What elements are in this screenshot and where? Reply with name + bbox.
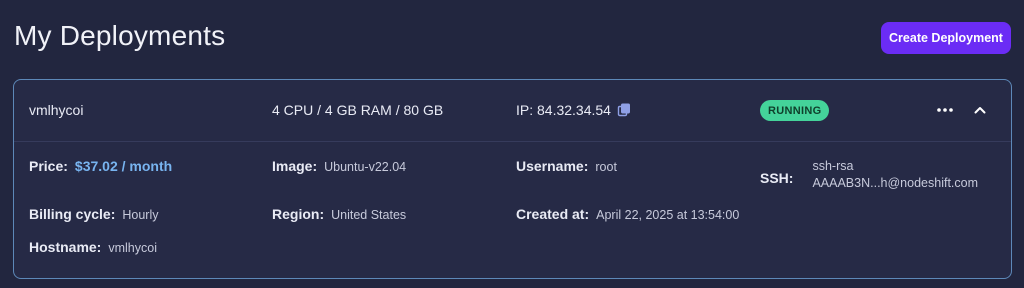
created-at-field: Created at: April 22, 2025 at 13:54:00 [516, 206, 739, 222]
image-value: Ubuntu-v22.04 [324, 160, 407, 174]
ssh-field: SSH: ssh-rsa AAAAB3N...h@nodeshift.com [760, 158, 978, 192]
ssh-value: ssh-rsa AAAAB3N...h@nodeshift.com [812, 158, 978, 192]
copy-icon[interactable] [617, 103, 631, 117]
price-label: Price: [29, 158, 68, 174]
price-value: $37.02 / month [74, 158, 173, 174]
image-field: Image: Ubuntu-v22.04 [272, 158, 406, 174]
hostname-value: vmlhycoi [108, 241, 157, 255]
chevron-up-icon [974, 107, 986, 114]
more-options-button[interactable] [934, 102, 956, 118]
username-value: root [595, 160, 617, 174]
deployments-page: My Deployments Create Deployment vmlhyco… [0, 0, 1024, 288]
page-title: My Deployments [14, 20, 226, 51]
created-at-value: April 22, 2025 at 13:54:00 [596, 208, 740, 222]
image-label: Image: [272, 158, 318, 174]
ip-address: IP: 84.32.34.54 [516, 102, 611, 118]
price-field: Price: $37.02 / month [29, 158, 172, 174]
region-field: Region: United States [272, 206, 406, 222]
username-field: Username: root [516, 158, 617, 174]
created-at-label: Created at: [516, 206, 590, 222]
username-label: Username: [516, 158, 589, 174]
deployment-card: vmlhycoi 4 CPU / 4 GB RAM / 80 GB IP: 84… [13, 79, 1012, 279]
collapse-button[interactable] [970, 100, 990, 120]
deployment-card-header[interactable]: vmlhycoi 4 CPU / 4 GB RAM / 80 GB IP: 84… [14, 80, 1011, 142]
hostname-label: Hostname: [29, 239, 102, 255]
hostname-field: Hostname: vmlhycoi [29, 239, 157, 255]
deployment-specs: 4 CPU / 4 GB RAM / 80 GB [272, 102, 444, 118]
deployment-ip: IP: 84.32.34.54 [516, 102, 631, 118]
region-value: United States [331, 208, 407, 222]
billing-cycle-value: Hourly [122, 208, 159, 222]
ssh-key-type: ssh-rsa [812, 159, 854, 173]
status-badge: RUNNING [760, 100, 830, 121]
deployment-name: vmlhycoi [29, 102, 84, 118]
ssh-label: SSH: [760, 170, 794, 186]
billing-cycle-label: Billing cycle: [29, 206, 116, 222]
more-horizontal-icon [937, 108, 953, 112]
region-label: Region: [272, 206, 325, 222]
billing-cycle-field: Billing cycle: Hourly [29, 206, 158, 222]
create-deployment-button[interactable]: Create Deployment [881, 22, 1011, 54]
ssh-key-value: AAAAB3N...h@nodeshift.com [812, 176, 978, 190]
